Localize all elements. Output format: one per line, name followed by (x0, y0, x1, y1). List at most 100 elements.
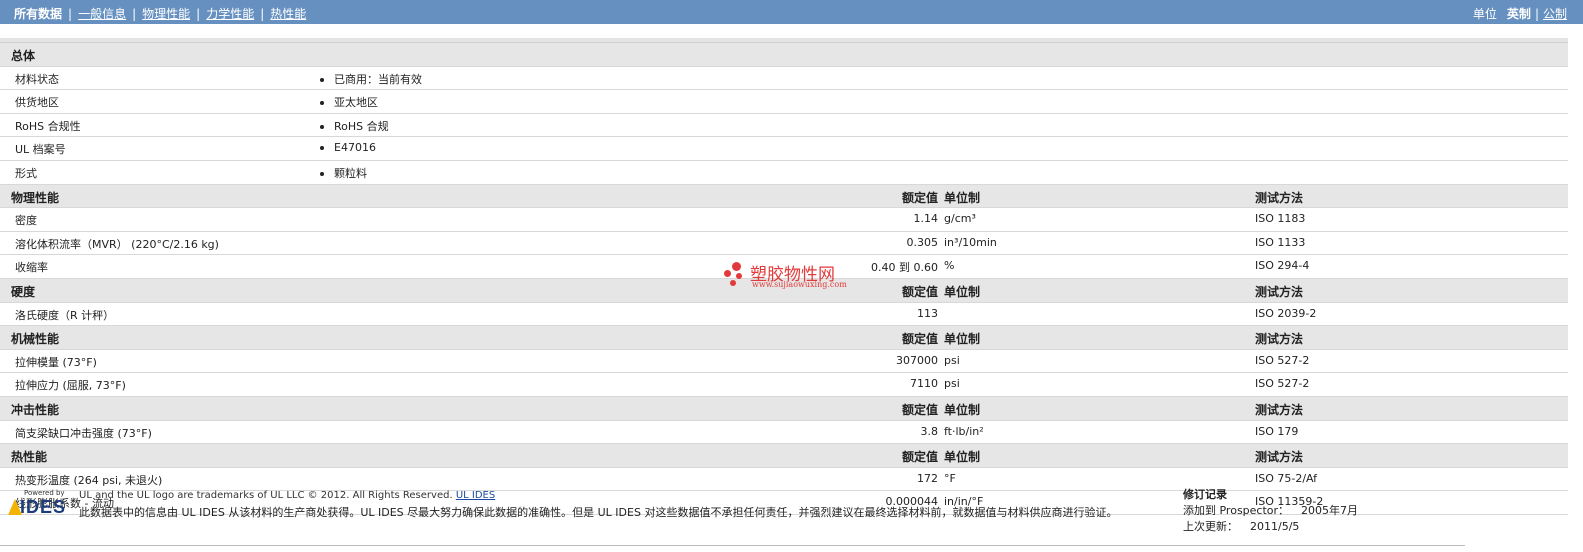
section-title: 热性能 (11, 450, 48, 465)
bullet-icon (320, 171, 324, 176)
col-header-unit: 单位制 (944, 190, 981, 205)
nav-link-physical[interactable]: 物理性能 (142, 7, 190, 21)
unit-separator: | (1534, 7, 1539, 21)
nominal-value: 113 (917, 306, 938, 320)
col-header-unit: 单位制 (944, 450, 981, 465)
property-value-text: E47016 (334, 141, 376, 155)
test-method: ISO 1183 (1255, 212, 1306, 226)
revision-history: 修订记录 添加到 Prospector： 2005年7月 上次更新： 2011/5/… (1183, 487, 1358, 535)
property-value: E47016 (320, 141, 376, 154)
table-row: 拉伸应力 (屈服, 73°F) 7110 psi ISO 527-2 (0, 373, 1568, 397)
nav-separator: | (132, 7, 137, 21)
unit-label: 单位 (1472, 7, 1497, 21)
watermark-logo: 塑胶物性网 www.sujiaowuxing.com (722, 258, 872, 292)
nominal-value: 307000 (896, 353, 938, 367)
col-header-nominal: 额定值 (901, 450, 938, 465)
nav-all-data[interactable]: 所有数据 (14, 7, 62, 21)
trademark-text: UL and the UL logo are trademarks of UL … (79, 490, 453, 501)
trademark-notice: UL and the UL logo are trademarks of UL … (79, 490, 495, 501)
unit-metric-link[interactable]: 公制 (1543, 7, 1567, 21)
col-header-unit: 单位制 (944, 332, 981, 347)
col-header-method: 测试方法 (1255, 402, 1304, 417)
revision-updated-value: 2011/5/5 (1250, 520, 1300, 533)
property-name: 洛氏硬度（R 计秤） (15, 308, 115, 322)
property-value-text: 亚太地区 (334, 96, 378, 110)
unit-value: % (944, 259, 955, 273)
table-row: 供货地区 亚太地区 (0, 90, 1568, 114)
section-title: 总体 (11, 49, 36, 63)
unit-selector: 单位 英制 | 公制 (1473, 5, 1567, 22)
test-method: ISO 179 (1255, 424, 1299, 438)
col-header-nominal: 额定值 (901, 402, 938, 417)
table-row: RoHS 合规性 RoHS 合规 (0, 113, 1568, 138)
property-name: 密度 (15, 214, 37, 228)
nominal-value: 1.14 (913, 212, 939, 226)
spacer (0, 24, 1568, 38)
unit-value: in³/10min (944, 235, 997, 249)
table-row: 简支梁缺口冲击强度 (73°F) 3.8 ft·lb/in² ISO 179 (0, 420, 1568, 445)
watermark-dot-icon (724, 270, 731, 277)
property-name: 拉伸模量 (73°F) (15, 355, 97, 369)
col-header-method: 测试方法 (1255, 284, 1304, 299)
property-name: 收缩率 (15, 261, 48, 275)
ul-ides-link[interactable]: UL IDES (456, 490, 495, 501)
nominal-value: 0.305 (906, 235, 939, 249)
test-method: ISO 1133 (1255, 235, 1306, 249)
table-row: UL 档案号 E47016 (0, 137, 1568, 161)
unit-imperial[interactable]: 英制 (1507, 7, 1531, 21)
nominal-value: 0.40 到 0.60 (871, 261, 938, 275)
property-value-text: RoHS 合规 (334, 119, 389, 133)
revision-updated: 上次更新： 2011/5/5 (1183, 519, 1358, 535)
watermark-dot-icon (736, 273, 742, 279)
nav-link-thermal[interactable]: 热性能 (270, 7, 306, 21)
property-name: 拉伸应力 (屈服, 73°F) (15, 379, 126, 393)
col-header-nominal: 额定值 (901, 284, 938, 299)
property-name: 溶化体积流率（MVR） (220°C/2.16 kg) (15, 237, 219, 251)
revision-title: 修订记录 (1183, 488, 1227, 501)
section-header-impact: 冲击性能 额定值 单位制 测试方法 (0, 396, 1568, 421)
unit-value: ft·lb/in² (944, 424, 984, 438)
property-value: RoHS 合规 (320, 118, 389, 134)
property-name: RoHS 合规性 (15, 119, 81, 133)
nav-link-mechanical[interactable]: 力学性能 (206, 7, 254, 21)
test-method: ISO 2039-2 (1255, 306, 1317, 320)
bullet-icon (320, 77, 324, 82)
table-row: 密度 1.14 g/cm³ ISO 1183 (0, 208, 1568, 232)
col-header-method: 测试方法 (1255, 190, 1304, 205)
section-header-mechanical: 机械性能 额定值 单位制 测试方法 (0, 326, 1568, 350)
watermark-url: www.sujiaowuxing.com (752, 280, 847, 289)
col-header-nominal: 额定值 (901, 190, 938, 205)
table-row: 形式 颗粒料 (0, 160, 1568, 185)
revision-updated-label: 上次更新： (1183, 520, 1238, 533)
unit-value: psi (944, 353, 960, 367)
nav-separator: | (68, 7, 73, 21)
nav-separator: | (196, 7, 201, 21)
section-nav: 所有数据 | 一般信息 | 物理性能 | 力学性能 | 热性能 (14, 5, 306, 22)
nav-separator: | (260, 7, 265, 21)
section-title: 物理性能 (11, 190, 60, 205)
footer-divider (0, 545, 1465, 546)
watermark-dot-icon (730, 280, 736, 286)
disclaimer-text: 此数据表中的信息由 UL IDES 从该材料的生产商处获得。UL IDES 尽最… (79, 506, 1118, 519)
section-title: 冲击性能 (11, 402, 60, 417)
property-name: UL 档案号 (15, 143, 66, 157)
property-name: 材料状态 (15, 72, 59, 86)
section-header-general: 总体 (0, 43, 1568, 67)
right-gutter (1568, 24, 1583, 552)
bullet-icon (320, 101, 324, 106)
col-header-unit: 单位制 (944, 284, 981, 299)
col-header-unit: 单位制 (944, 402, 981, 417)
bullet-icon (320, 124, 324, 129)
nominal-value: 7110 (910, 377, 938, 391)
property-value-text: 已商用：当前有效 (334, 72, 422, 86)
table-row: 材料状态 已商用：当前有效 (0, 66, 1568, 91)
nav-link-general[interactable]: 一般信息 (78, 7, 126, 21)
table-row: 洛氏硬度（R 计秤） 113 ISO 2039-2 (0, 302, 1568, 327)
top-navigation-bar: 所有数据 | 一般信息 | 物理性能 | 力学性能 | 热性能 单位 英制 | 公制 (0, 0, 1583, 24)
logo-powered-by: Powered by (24, 489, 65, 497)
nominal-value: 3.8 (920, 424, 939, 438)
revision-added: 添加到 Prospector： 2005年7月 (1183, 503, 1358, 519)
col-header-method: 测试方法 (1255, 332, 1304, 347)
col-header-nominal: 额定值 (901, 332, 938, 347)
ides-logo: Powered by IDES (6, 489, 72, 519)
